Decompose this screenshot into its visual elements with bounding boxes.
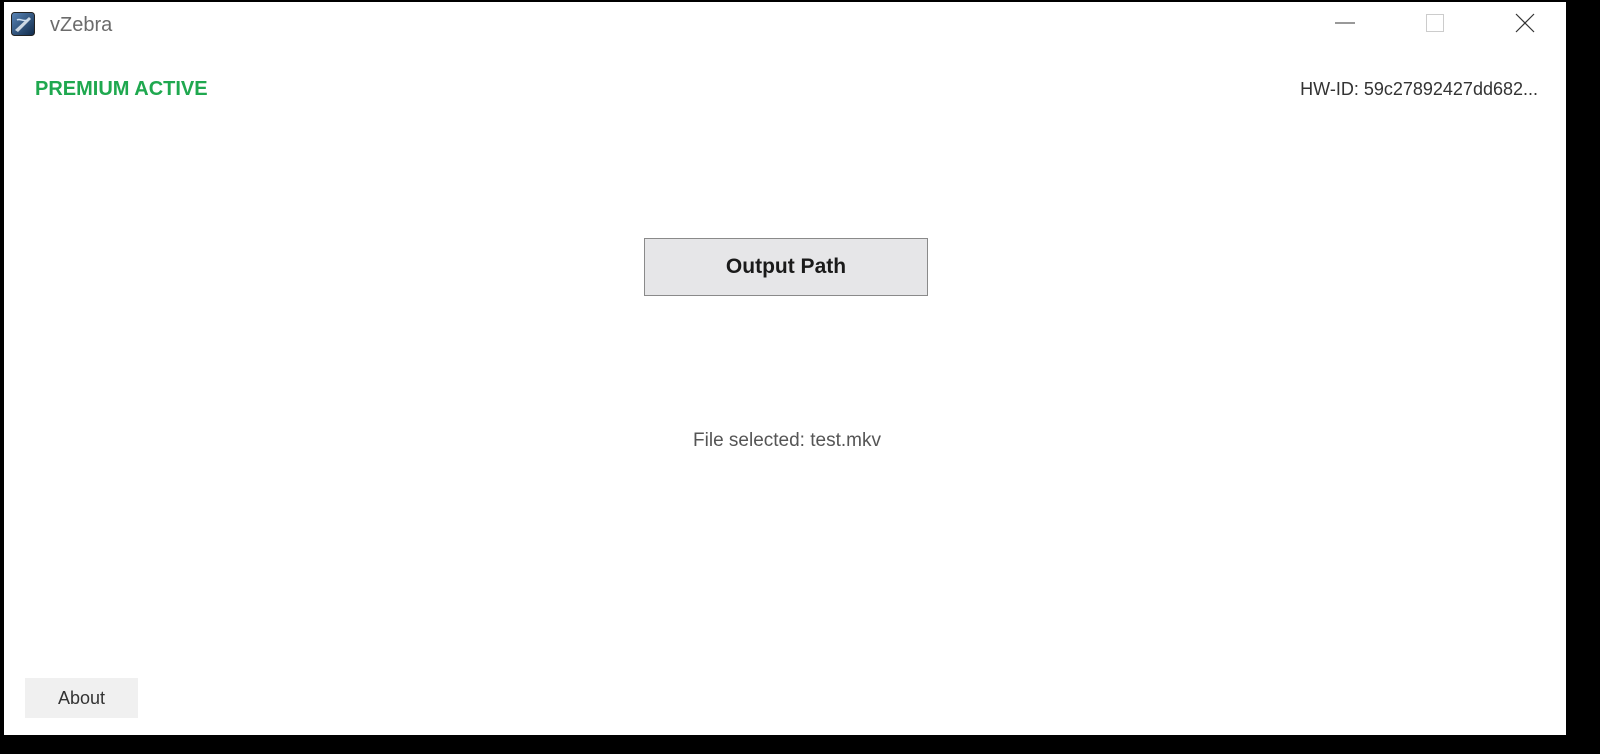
maximize-button[interactable] bbox=[1412, 2, 1458, 48]
close-button[interactable] bbox=[1502, 2, 1548, 48]
minimize-button[interactable] bbox=[1322, 2, 1368, 48]
close-icon bbox=[1514, 12, 1536, 39]
title-bar: vZebra bbox=[4, 2, 1566, 48]
premium-status-label: PREMIUM ACTIVE bbox=[35, 78, 208, 100]
maximize-icon bbox=[1425, 13, 1445, 38]
window-title: vZebra bbox=[50, 14, 113, 36]
file-selected-label: File selected: test.mkv bbox=[693, 430, 881, 451]
about-button[interactable]: About bbox=[25, 678, 138, 718]
minimize-icon bbox=[1334, 12, 1356, 39]
app-window: vZebra PREMIUM ACTIVE HW-ID: 59c27892427… bbox=[4, 2, 1566, 735]
vzebra-app-icon bbox=[11, 12, 35, 36]
hardware-id-label: HW-ID: 59c27892427dd682... bbox=[1300, 79, 1538, 99]
output-path-button[interactable]: Output Path bbox=[644, 238, 928, 296]
